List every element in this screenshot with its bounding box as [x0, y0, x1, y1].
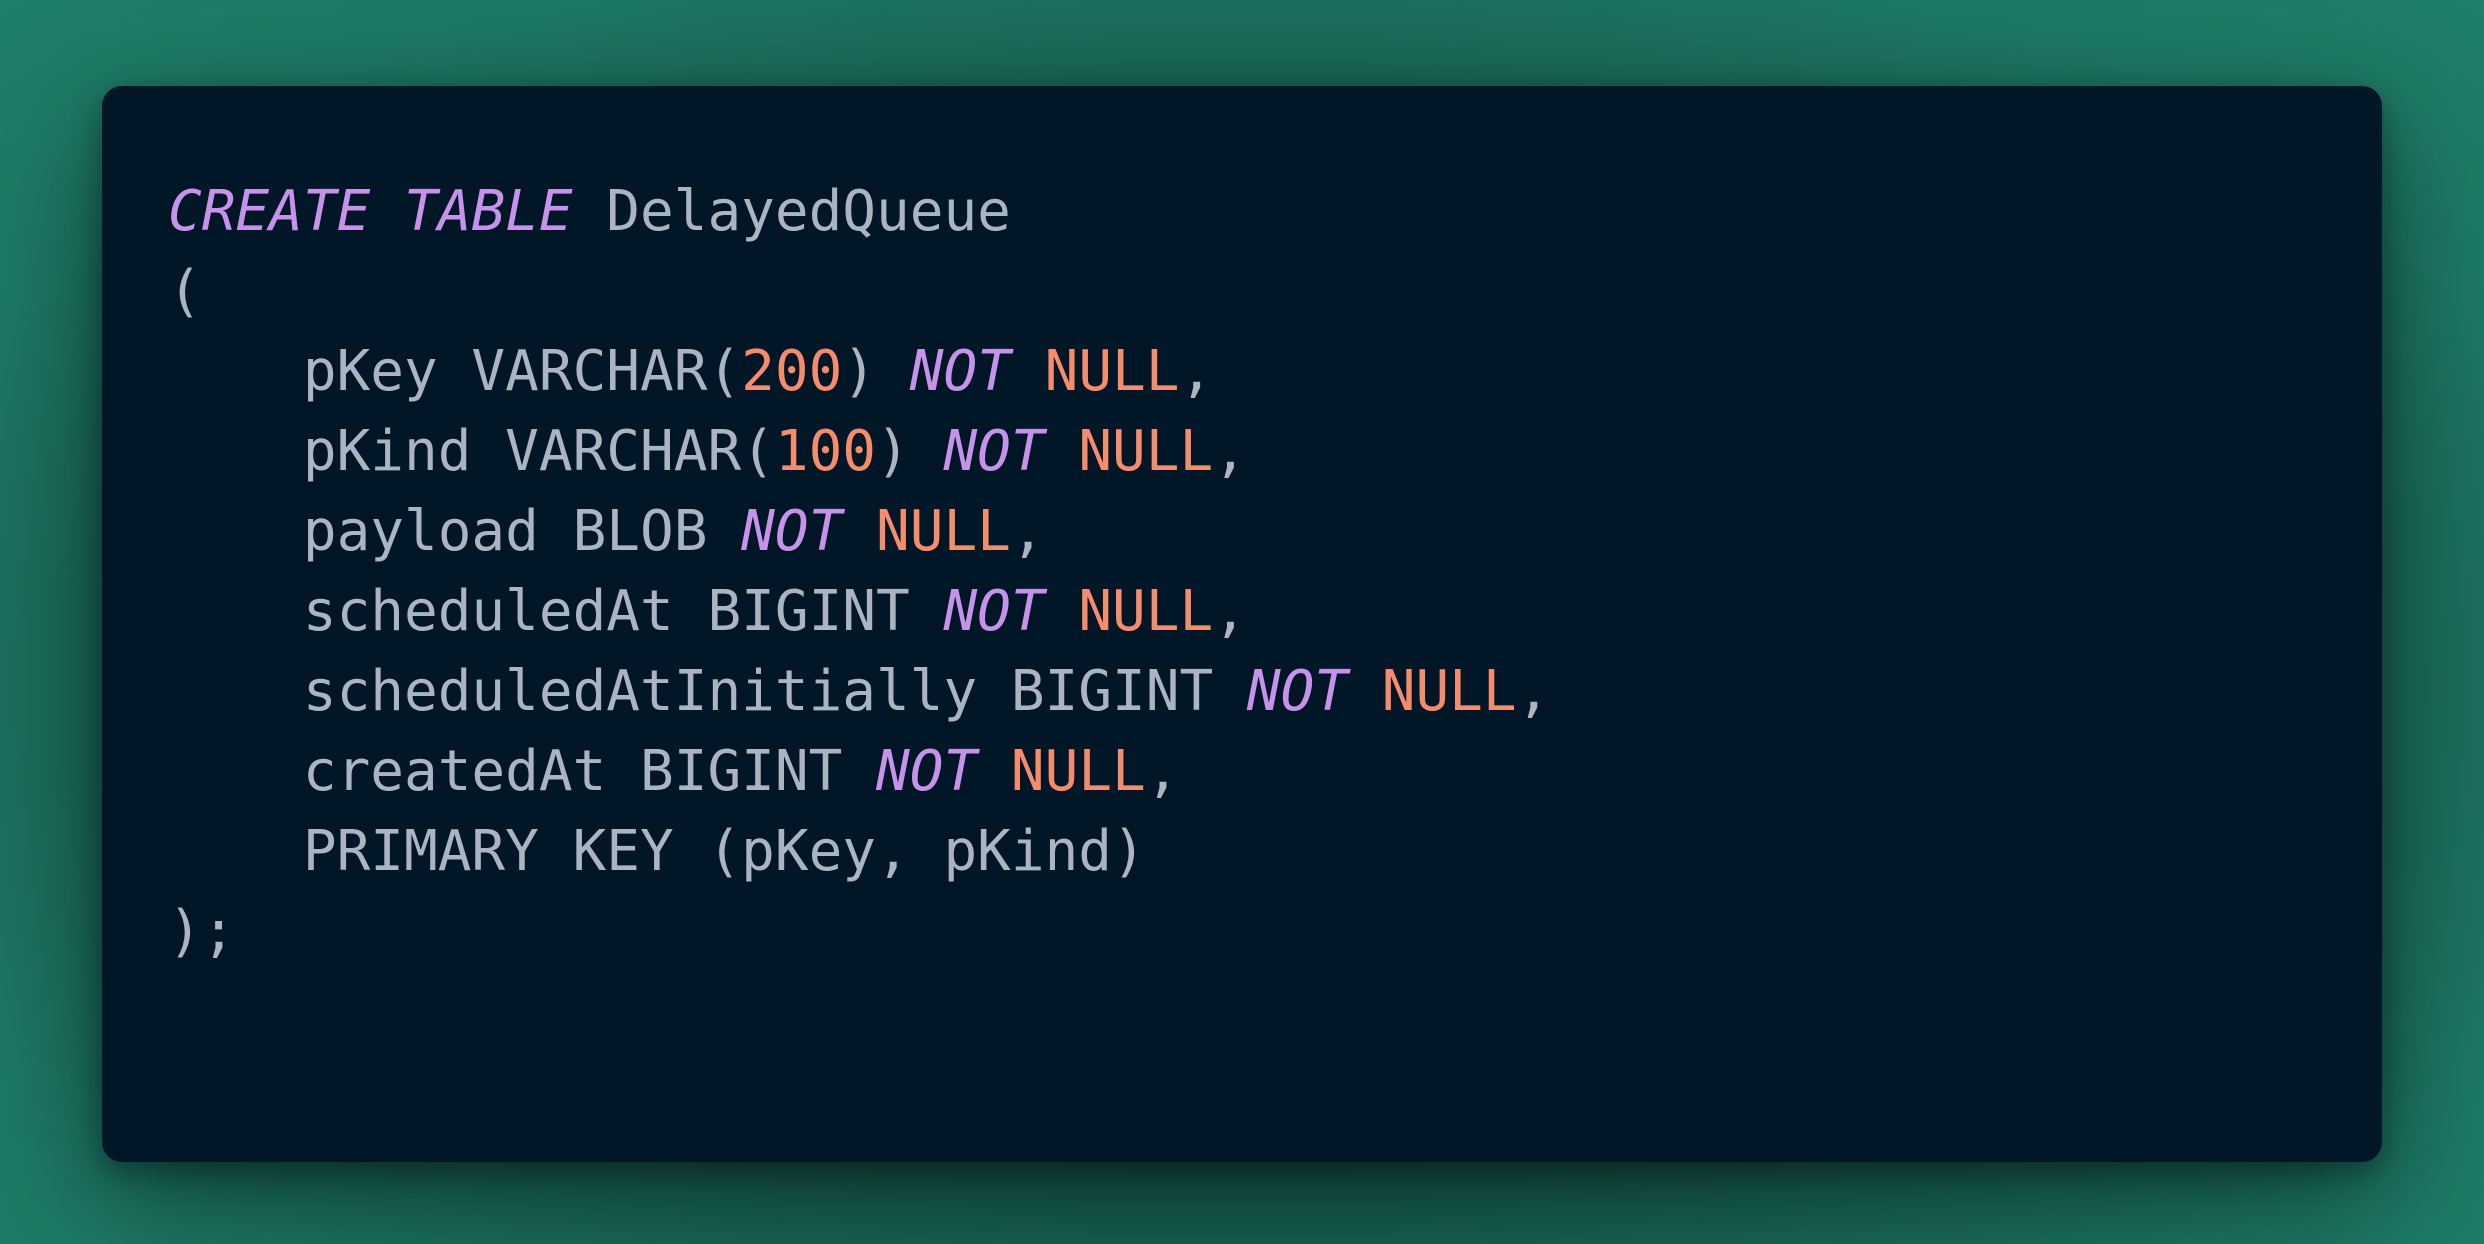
literal-token: NULL — [1044, 339, 1180, 404]
code-line: ( — [168, 252, 2382, 332]
literal-token: NULL — [876, 499, 1011, 564]
code-token: ( — [168, 259, 202, 324]
code-token: PRIMARY KEY (pKey, pKind) — [168, 819, 1146, 884]
code-token: , — [1010, 499, 1045, 564]
code-line: scheduledAt BIGINT NOT NULL, — [168, 572, 2382, 652]
code-token: , — [1516, 659, 1551, 724]
code-token: , — [1145, 739, 1180, 804]
code-line: scheduledAtInitially BIGINT NOT NULL, — [168, 652, 2382, 732]
code-token: ); — [168, 899, 236, 964]
code-token: pKey VARCHAR( — [168, 339, 742, 404]
code-token: DelayedQueue — [572, 179, 1011, 244]
code-token: , — [1213, 579, 1247, 644]
code-token: createdAt BIGINT — [168, 739, 877, 804]
code-token: scheduledAt BIGINT — [168, 579, 944, 644]
keyword-token: NOT — [1246, 659, 1349, 724]
code-token: payload BLOB — [168, 499, 742, 564]
code-token: ) — [842, 339, 910, 404]
code-token: ) — [876, 419, 944, 484]
keyword-token: NOT — [943, 579, 1045, 644]
code-line: pKind VARCHAR(100) NOT NULL, — [168, 412, 2382, 492]
keyword-token: NOT — [741, 499, 843, 564]
code-line: PRIMARY KEY (pKey, pKind) — [168, 812, 2382, 892]
code-line: pKey VARCHAR(200) NOT NULL, — [168, 332, 2382, 412]
literal-token: NULL — [1381, 659, 1517, 724]
code-token: pKind VARCHAR( — [168, 419, 775, 484]
background-frame: CREATE TABLE DelayedQueue ( pKey VARCHAR(… — [0, 0, 2484, 1244]
keyword-token: NOT — [943, 419, 1045, 484]
code-token: , — [1213, 419, 1247, 484]
literal-token: NULL — [1010, 739, 1146, 804]
code-line: CREATE TABLE DelayedQueue — [168, 172, 2382, 252]
keyword-token: NOT — [876, 739, 978, 804]
keyword-token: CREATE TABLE — [168, 179, 573, 244]
code-window: CREATE TABLE DelayedQueue ( pKey VARCHAR(… — [102, 86, 2382, 1162]
code-token: scheduledAtInitially BIGINT — [168, 659, 1247, 724]
code-block: CREATE TABLE DelayedQueue ( pKey VARCHAR(… — [168, 172, 2382, 972]
code-token: , — [1179, 339, 1214, 404]
keyword-token: NOT — [909, 339, 1011, 404]
code-line: createdAt BIGINT NOT NULL, — [168, 732, 2382, 812]
code-line: ); — [168, 892, 2382, 972]
literal-token: NULL — [1078, 579, 1214, 644]
literal-token: 200 — [741, 339, 843, 404]
literal-token: 100 — [774, 419, 877, 484]
literal-token: NULL — [1078, 419, 1214, 484]
code-line: payload BLOB NOT NULL, — [168, 492, 2382, 572]
